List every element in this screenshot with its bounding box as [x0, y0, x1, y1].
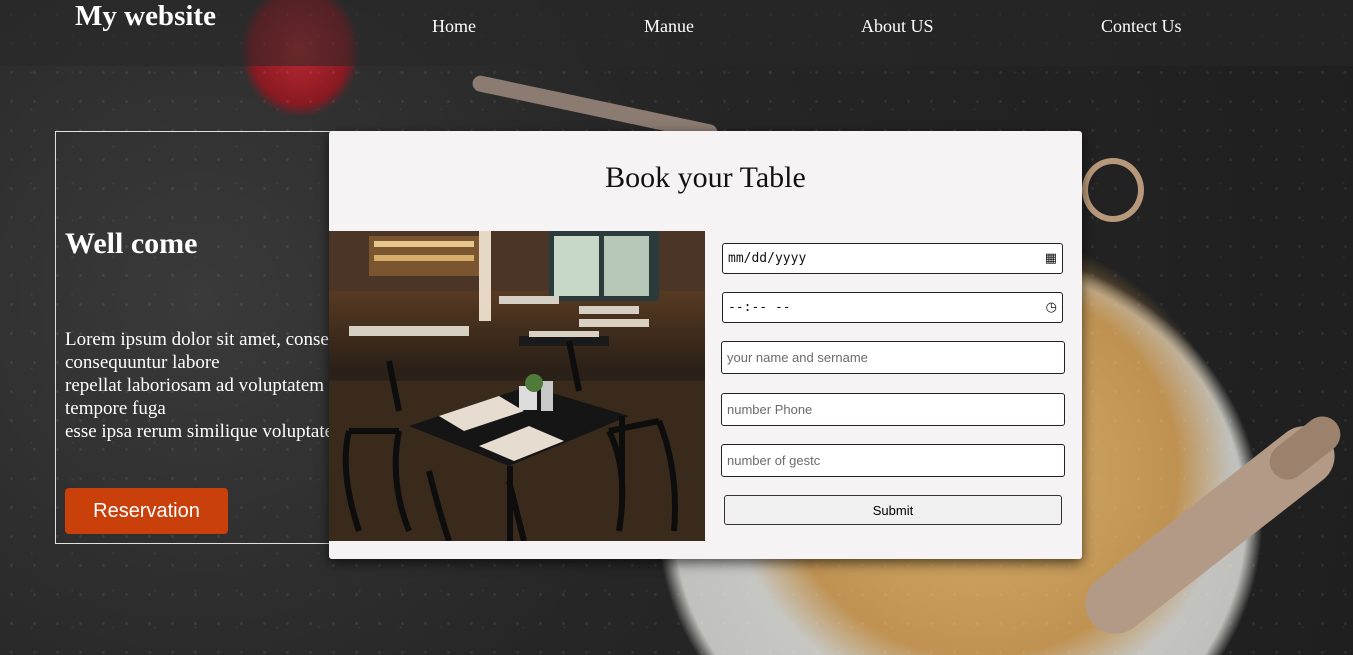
- hero-section: Well come Lorem ipsum dolor sit amet, co…: [55, 131, 347, 544]
- hero-line: tempore fuga: [65, 398, 166, 419]
- hero-line: consequuntur labore: [65, 352, 220, 373]
- date-value: mm/dd/yyyy: [728, 251, 807, 266]
- pan-handle-ring: [1082, 158, 1144, 222]
- hero-line: Lorem ipsum dolor sit amet, consectetur …: [65, 329, 346, 350]
- phone-input[interactable]: number Phone: [721, 393, 1065, 426]
- nav-menu-link[interactable]: Manue: [644, 16, 694, 37]
- calendar-icon[interactable]: ▦: [1045, 251, 1057, 266]
- spatula-decoration: [1073, 414, 1347, 646]
- booking-title: Book your Table: [605, 161, 806, 194]
- spatula-grip-decoration: [1262, 409, 1348, 487]
- guests-input[interactable]: number of gestc: [721, 444, 1065, 477]
- booking-card: Book your Table mm/dd/yyyy ▦ --:-- -- ◷ …: [329, 131, 1082, 559]
- hero-line: esse ipsa rerum similique voluptate: [65, 421, 334, 442]
- date-input[interactable]: mm/dd/yyyy ▦: [722, 243, 1063, 274]
- nav-home-link[interactable]: Home: [432, 16, 476, 37]
- clock-icon[interactable]: ◷: [1046, 300, 1057, 315]
- submit-button[interactable]: Submit: [724, 495, 1062, 525]
- nav-contact-link[interactable]: Contect Us: [1101, 16, 1182, 37]
- top-navbar: My website Home Manue About US Contect U…: [0, 0, 1353, 66]
- name-placeholder: your name and sername: [727, 350, 868, 365]
- time-value: --:-- --: [728, 300, 791, 315]
- site-brand[interactable]: My website: [75, 0, 216, 33]
- name-input[interactable]: your name and sername: [721, 341, 1065, 374]
- restaurant-illustration: [329, 231, 705, 541]
- restaurant-photo: [329, 231, 705, 541]
- hero-title: Well come: [65, 227, 198, 260]
- hero-line: repellat laboriosam ad voluptatem: [65, 375, 325, 396]
- guests-placeholder: number of gestc: [727, 453, 821, 468]
- phone-placeholder: number Phone: [727, 402, 813, 417]
- reservation-button[interactable]: Reservation: [65, 488, 228, 534]
- hero-paragraph: Lorem ipsum dolor sit amet, consectetur …: [65, 328, 346, 443]
- nav-about-link[interactable]: About US: [861, 16, 934, 37]
- time-input[interactable]: --:-- -- ◷: [722, 292, 1063, 323]
